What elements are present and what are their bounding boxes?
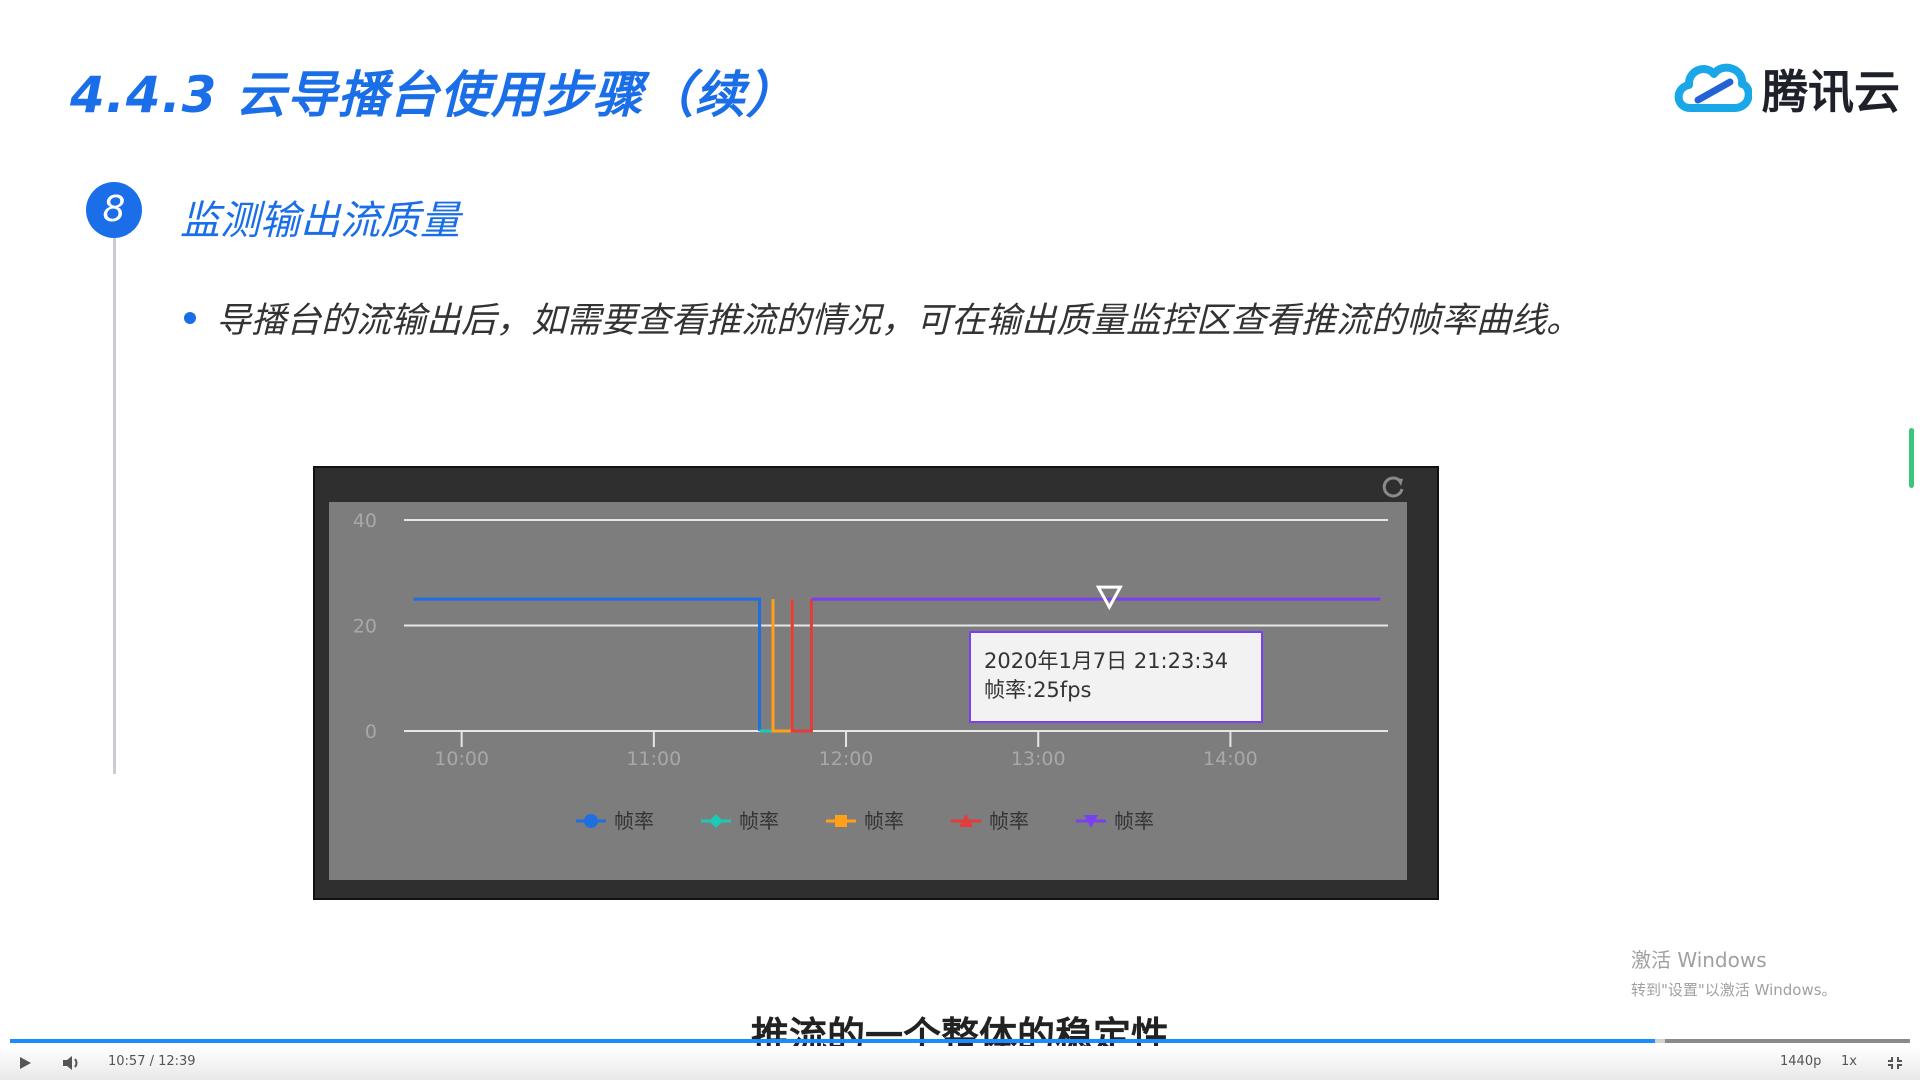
x-tick-label: 12:00 <box>819 748 874 770</box>
progress-bar[interactable] <box>10 1039 1910 1043</box>
x-tick-label: 13:00 <box>1011 748 1066 770</box>
watermark-subtitle: 转到"设置"以激活 Windows。 <box>1631 981 1837 999</box>
play-icon[interactable] <box>18 1056 32 1070</box>
tooltip-value: 帧率:25fps <box>984 678 1091 702</box>
y-tick-label: 20 <box>353 616 377 638</box>
tencent-cloud-logo: 腾讯云 <box>1672 52 1900 119</box>
time-display: 10:57 / 12:39 <box>108 1054 196 1069</box>
windows-activation-watermark: 激活 Windows 转到"设置"以激活 Windows。 <box>1631 944 1837 1000</box>
legend-label: 帧率 <box>739 809 779 833</box>
frame-rate-chart: 40 20 0 10:00 11:00 12:00 13:00 14:00 2020年1月7日 … <box>329 502 1407 880</box>
exit-fullscreen-icon[interactable] <box>1887 1056 1903 1070</box>
tooltip-box <box>969 631 1263 723</box>
legend-label: 帧率 <box>1114 809 1154 833</box>
bullet-text: 导播台的流输出后，如需要查看推流的情况，可在输出质量监控区查看推流的帧率曲线。 <box>216 301 1582 341</box>
progress-buffer <box>1665 1039 1910 1043</box>
player-controls: 10:57 / 12:39 1440p 1x <box>0 1046 1920 1080</box>
step-timeline-line <box>113 238 116 774</box>
legend-marker <box>835 815 847 827</box>
step-title: 监测输出流质量 <box>180 198 460 244</box>
x-tick-label: 11:00 <box>626 748 681 770</box>
slide-title: 4.4.3 云导播台使用步骤（续） <box>70 66 797 124</box>
legend-label: 帧率 <box>989 809 1029 833</box>
refresh-icon[interactable] <box>1378 472 1408 502</box>
progress-played <box>10 1039 1656 1043</box>
volume-icon[interactable] <box>62 1055 82 1071</box>
legend-label: 帧率 <box>864 809 904 833</box>
tooltip-time: 2020年1月7日 21:23:34 <box>984 649 1228 673</box>
bullet-dot <box>184 312 196 324</box>
quality-button[interactable]: 1440p <box>1780 1054 1821 1069</box>
legend-marker <box>584 814 598 828</box>
step-number-badge: 8 <box>86 182 142 238</box>
logo-text: 腾讯云 <box>1762 65 1900 119</box>
x-tick-label: 10:00 <box>434 748 489 770</box>
x-tick-label: 14:00 <box>1203 748 1258 770</box>
cloud-icon <box>1674 63 1753 112</box>
y-tick-label: 40 <box>353 510 377 532</box>
scroll-indicator <box>1909 428 1914 488</box>
speed-button[interactable]: 1x <box>1841 1054 1857 1069</box>
y-tick-label: 0 <box>365 721 377 743</box>
legend-label: 帧率 <box>614 809 654 833</box>
watermark-title: 激活 Windows <box>1631 948 1767 972</box>
